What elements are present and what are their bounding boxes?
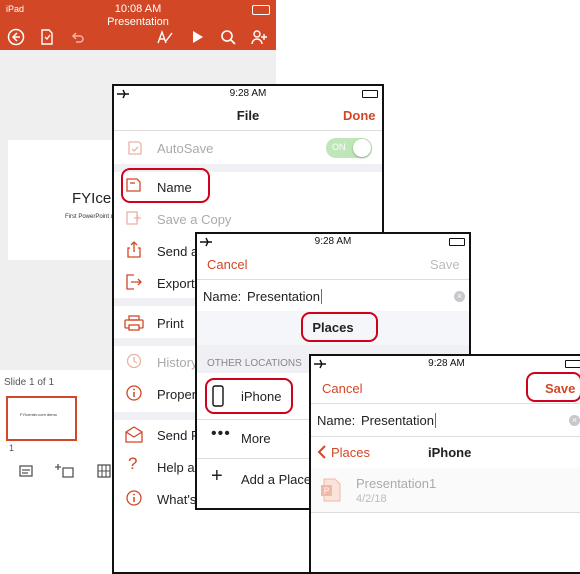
status-time: 9:28 AM: [314, 236, 352, 247]
print-item[interactable]: Print: [157, 316, 184, 331]
notes-icon[interactable]: [18, 463, 34, 479]
battery-icon: [252, 5, 270, 15]
document-title: Presentation: [107, 16, 169, 28]
status-time: 9:28 AM: [229, 88, 267, 99]
export-icon: [126, 274, 142, 290]
divider: [114, 130, 382, 131]
ipad-label: iPad: [6, 4, 25, 14]
file-icon[interactable]: [38, 28, 56, 46]
autosave-icon: [128, 141, 142, 155]
properties-item[interactable]: Proper: [157, 387, 196, 402]
file-row[interactable]: [311, 468, 580, 512]
status-time: 10:08 AM: [114, 3, 162, 15]
thumbnail-number: 1: [9, 443, 15, 453]
history-item[interactable]: History: [157, 355, 197, 370]
slide-subtitle-text: First PowerPoint d: [65, 214, 115, 220]
help-icon: ?: [128, 454, 138, 473]
highlight-save: [526, 372, 580, 402]
back-places-button[interactable]: Places: [331, 445, 370, 460]
highlight-places: [301, 312, 378, 342]
divider: [197, 279, 469, 280]
divider: [311, 512, 580, 513]
other-locations-header: OTHER LOCATIONS: [207, 358, 302, 369]
highlight-name: [121, 168, 210, 203]
highlight-iphone: [205, 378, 293, 414]
send-item[interactable]: Send a: [157, 244, 198, 259]
play-icon[interactable]: [188, 28, 206, 46]
file-name: Presentation1: [356, 476, 437, 491]
save-copy-icon: [126, 211, 141, 225]
clear-icon[interactable]: ×: [454, 291, 465, 302]
battery-icon: [362, 90, 378, 98]
iphone-save-panel: 9:28 AM Cancel Save Name: Presentation ×…: [309, 354, 580, 574]
info-icon: [126, 385, 142, 401]
more-location[interactable]: More: [241, 431, 271, 446]
more-icon: •••: [211, 425, 231, 442]
autosave-toggle[interactable]: ON: [326, 138, 372, 158]
send-feedback-item[interactable]: Send F: [157, 428, 199, 443]
cancel-button[interactable]: Cancel: [207, 257, 247, 272]
battery-icon: [449, 238, 465, 246]
new-slide-icon[interactable]: [55, 463, 75, 481]
toggle-text: ON: [332, 142, 346, 152]
help-item[interactable]: Help a: [157, 460, 195, 475]
grid-icon[interactable]: [97, 463, 111, 479]
pptx-file-icon: P: [321, 478, 341, 502]
whats-new-item[interactable]: What's: [157, 492, 196, 507]
draw-icon[interactable]: [156, 28, 174, 46]
panel-title: File: [236, 108, 260, 123]
svg-text:P: P: [324, 487, 329, 496]
name-label: Name:: [203, 289, 242, 304]
status-time: 9:28 AM: [428, 358, 465, 369]
done-button[interactable]: Done: [343, 108, 376, 123]
chevron-left-icon[interactable]: [317, 444, 327, 460]
clear-icon[interactable]: ×: [569, 415, 580, 426]
name-input[interactable]: Presentation: [361, 413, 436, 428]
save-button-disabled[interactable]: Save: [430, 257, 460, 272]
autosave-label: AutoSave: [157, 141, 214, 156]
thumbnail-text: FYIcenter.com demo: [20, 412, 57, 417]
back-icon[interactable]: [7, 28, 25, 46]
share-person-icon[interactable]: [250, 28, 268, 46]
cancel-button[interactable]: Cancel: [322, 381, 362, 396]
powerpoint-toolbar: 10:08 AM iPad Presentation: [0, 0, 276, 50]
share-icon: [127, 241, 141, 258]
whats-new-icon: [126, 490, 142, 506]
history-icon: [126, 353, 142, 369]
export-item[interactable]: Export: [157, 276, 195, 291]
search-icon[interactable]: [219, 28, 237, 46]
print-icon: [124, 315, 144, 331]
divider: [311, 403, 580, 404]
name-label: Name:: [317, 413, 356, 428]
location-title: iPhone: [428, 445, 472, 460]
file-date: 4/2/18: [356, 493, 387, 505]
save-copy-item[interactable]: Save a Copy: [157, 212, 231, 227]
feedback-icon: [125, 426, 143, 443]
add-icon: +: [211, 465, 223, 487]
battery-icon: [565, 360, 580, 368]
name-input[interactable]: Presentation: [247, 289, 322, 304]
add-place-location[interactable]: Add a Place: [241, 472, 311, 487]
divider: [311, 436, 580, 437]
toggle-knob: [353, 139, 371, 157]
slide-thumbnail[interactable]: [6, 396, 77, 441]
slide-count: Slide 1 of 1: [4, 377, 55, 388]
undo-icon[interactable]: [68, 28, 86, 46]
